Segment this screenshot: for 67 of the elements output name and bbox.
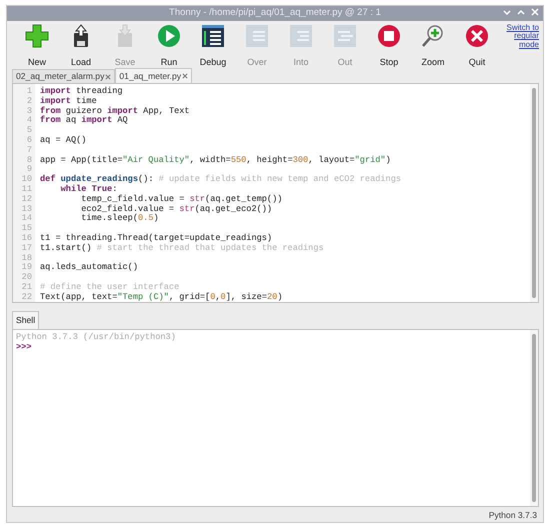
close-icon[interactable] [182,73,188,79]
line-number: 19 [20,263,32,273]
shell-prompt: >>> [16,342,32,352]
window-title: Thonny - /home/pi/pi_aq/01_aq_meter.py @ 27 : 1 [169,6,381,20]
code-line: temp_c_field.value = str(aq.get_temp()) [80,194,284,204]
shell-tab[interactable]: Shell [12,311,40,329]
line-number: 17 [20,244,32,254]
stop-icon [377,24,401,48]
line-number: 9 [26,165,32,175]
minimize-icon[interactable] [503,8,511,16]
toolbar-button[interactable]: Quit [455,24,499,70]
close-icon [465,24,489,48]
code-line: import time [40,96,98,106]
code-line: eco2_field.value = str(aq.get_eco2()) [80,204,274,214]
code-line: app = App(title="Air Quality", width=550, height=300, layout="grid") [40,156,392,166]
code-line: t1.start() # start the thread that updates the readings [40,244,325,254]
list-icon [333,24,357,48]
line-number: 13 [20,204,32,214]
toolbar-button[interactable]: Debug [191,24,235,70]
plus-icon [25,24,49,48]
code-line: import threading [40,87,124,96]
editor-tab[interactable]: 02_aq_meter_alarm.py [12,69,116,83]
scrollbar[interactable] [530,330,538,506]
mode-link[interactable]: Switch to regular mode [501,24,539,50]
play-icon [157,24,181,48]
list-icon [201,24,225,48]
code-line: aq.leds_automatic() [40,263,139,274]
line-number: 20 [20,273,32,283]
scrollbar[interactable] [530,84,538,302]
line-number: 22 [20,292,32,303]
toolbar-button[interactable]: Load [59,24,103,70]
line-number: 1 [26,87,32,97]
line-number: 10 [20,175,32,185]
code-line: time.sleep(0.5) [80,214,160,224]
line-number: 18 [20,254,32,263]
line-number: 15 [20,224,32,234]
code-line: # define the user interface [40,282,180,292]
line-number: 8 [26,156,32,165]
line-number: 6 [26,136,32,146]
list-icon [245,24,269,48]
editor-tab[interactable]: 01_aq_meter.py [115,68,192,83]
line-number: 5 [26,126,32,136]
line-number: 7 [26,146,32,156]
line-number: 4 [26,116,32,126]
line-number: 2 [26,96,32,107]
toolbar-button[interactable]: New [15,24,59,70]
code-line: from aq import AQ [40,116,129,126]
status-text: Python 3.7.3 [488,510,537,520]
line-number: 3 [26,106,32,116]
shell-output: Python 3.7.3 (/usr/bin/python3) [16,332,177,342]
line-number: 21 [20,282,32,293]
code-line: Text(app, text="Temp (C)", grid=[0,0], size=20) [40,292,284,303]
line-number: 14 [20,214,32,224]
zoom-in-icon [421,24,445,48]
line-number: 16 [20,234,32,244]
maximize-icon[interactable] [517,8,525,16]
line-number: 11 [20,184,32,195]
toolbar-button[interactable]: Stop [367,24,411,70]
code-line: from guizero import App, Text [40,106,191,116]
line-number: 12 [20,194,32,205]
code-line: while True: [60,184,118,194]
code-line: aq = AQ() [40,136,88,146]
code-line: def update_readings(): # update fields with new temp and eCO2 readings [40,175,402,184]
code-line: t1 = threading.Thread(target=update_readings) [40,234,274,244]
toolbar-button[interactable]: Zoom [411,24,455,70]
close-icon[interactable] [105,74,112,80]
list-icon [289,24,313,48]
